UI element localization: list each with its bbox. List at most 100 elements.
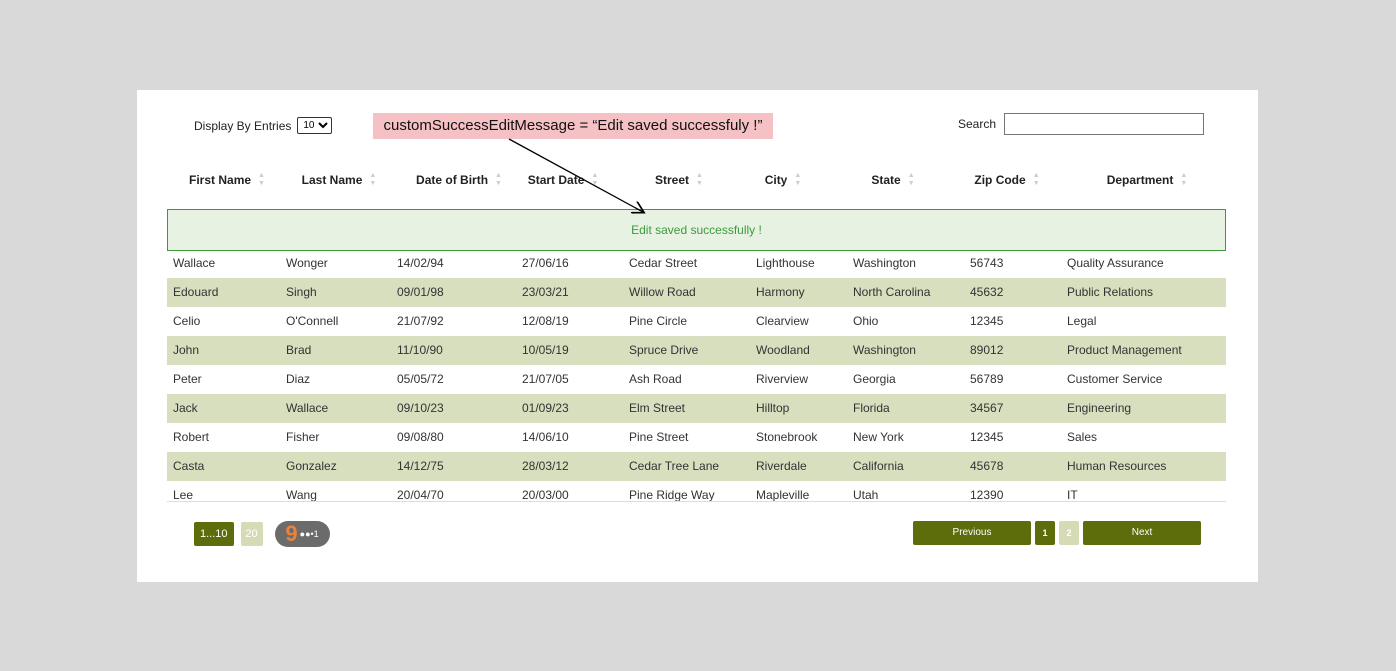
table-cell: Wang xyxy=(286,488,317,502)
table-cell: California xyxy=(853,459,904,473)
column-header-label: Zip Code xyxy=(974,173,1026,187)
page-size-controls: 1...10 20 9 ●●•1 xyxy=(194,521,330,547)
entries-label: Display By Entries xyxy=(194,118,292,133)
table-cell: Jack xyxy=(173,401,198,415)
column-header-city[interactable]: City ▲ ▼ xyxy=(723,168,843,192)
table-cell: Utah xyxy=(853,488,879,502)
entries-select[interactable]: 10 xyxy=(297,117,333,134)
table-cell: 27/06/16 xyxy=(522,256,569,270)
range-button[interactable]: 1...10 xyxy=(194,522,234,546)
table-row[interactable]: Peter Diaz 05/05/72 21/07/05 Ash Road Rivervi… xyxy=(167,365,1226,394)
table-cell: 20/03/00 xyxy=(522,488,569,502)
table-row[interactable]: John Brad 11/10/90 10/05/19 Spruce Drive Wood… xyxy=(167,336,1226,365)
table-cell: Singh xyxy=(286,285,317,299)
column-header-date-of-birth[interactable]: Date of Birth ▲ ▼ xyxy=(399,168,519,192)
table-cell: 45678 xyxy=(970,459,1004,473)
table-cell: Stonebrook xyxy=(756,430,818,444)
table-cell: Elm Street xyxy=(629,401,686,415)
sort-arrows-icon[interactable]: ▲ ▼ xyxy=(369,172,376,188)
column-header-first-name[interactable]: First Name ▲ ▼ xyxy=(167,168,287,192)
column-header-label: Date of Birth xyxy=(416,173,489,187)
table-cell: 09/01/98 xyxy=(397,285,444,299)
table-cell: Gonzalez xyxy=(286,459,337,473)
table-cell: 01/09/23 xyxy=(522,401,569,415)
table-cell: Lighthouse xyxy=(756,256,815,270)
badge-digit: 9 xyxy=(285,521,298,546)
table-cell: Edouard xyxy=(173,285,219,299)
previous-button[interactable]: Previous xyxy=(913,521,1031,545)
table-cell: Legal xyxy=(1067,314,1097,328)
column-header-label: Department xyxy=(1106,173,1174,187)
table-cell: Wonger xyxy=(286,256,328,270)
entries-control: Display By Entries 10 xyxy=(194,117,333,134)
table-cell: 23/03/21 xyxy=(522,285,569,299)
table-cell: Wallace xyxy=(173,256,216,270)
table-cell: 14/02/94 xyxy=(397,256,444,270)
table-cell: O'Connell xyxy=(286,314,339,328)
table-row[interactable]: Wallace Wonger 14/02/94 27/06/16 Cedar Stree… xyxy=(167,249,1226,278)
table-cell: 12345 xyxy=(970,430,1004,444)
column-header-street[interactable]: Street ▲ ▼ xyxy=(619,168,739,192)
count-button[interactable]: 20 xyxy=(240,522,263,546)
column-header-label: Last Name xyxy=(301,173,363,187)
sort-arrows-icon[interactable]: ▲ ▼ xyxy=(696,172,703,188)
sort-arrows-icon[interactable]: ▲ ▼ xyxy=(258,172,265,188)
column-header-department[interactable]: Department ▲ ▼ xyxy=(1087,168,1207,192)
annotation-label: customSuccessEditMessage = “Edit saved s… xyxy=(373,113,773,139)
table-cell: 20/04/70 xyxy=(397,488,444,502)
page-button-1[interactable]: 1 xyxy=(1035,521,1055,545)
table-row[interactable]: Lee Wang 20/04/70 20/03/00 Pine Ridge Way Map… xyxy=(167,481,1226,502)
table-row[interactable]: Casta Gonzalez 14/12/75 28/03/12 Cedar Tree … xyxy=(167,452,1226,481)
table-row[interactable]: Robert Fisher 09/08/80 14/06/10 Pine Street S… xyxy=(167,423,1226,452)
table-cell: Robert xyxy=(173,430,210,444)
success-message: Edit saved successfully ! xyxy=(167,209,1226,251)
table-cell: 05/05/72 xyxy=(397,372,444,386)
table-cell: Washington xyxy=(853,256,916,270)
table-cell: Wallace xyxy=(286,401,329,415)
column-header-zip-code[interactable]: Zip Code ▲ ▼ xyxy=(947,168,1067,192)
table-cell: Clearview xyxy=(756,314,809,328)
table-cell: 28/03/12 xyxy=(522,459,569,473)
table-cell: Customer Service xyxy=(1067,372,1163,386)
table-cell: Casta xyxy=(173,459,205,473)
sort-arrows-icon[interactable]: ▲ ▼ xyxy=(1033,172,1040,188)
sort-arrows-icon[interactable]: ▲ ▼ xyxy=(591,172,598,188)
table-cell: Fisher xyxy=(286,430,320,444)
table-header: First Name ▲ ▼ Last Name ▲ ▼ Date of Birth ▲ ▼ St… xyxy=(167,168,1226,192)
table-cell: Product Management xyxy=(1067,343,1182,357)
column-header-last-name[interactable]: Last Name ▲ ▼ xyxy=(279,168,399,192)
column-header-start-date[interactable]: Start Date ▲ ▼ xyxy=(503,168,623,192)
table-cell: Peter xyxy=(173,372,202,386)
sort-arrows-icon[interactable]: ▲ ▼ xyxy=(1180,172,1187,188)
table-cell: Pine Street xyxy=(629,430,689,444)
table-row[interactable]: Jack Wallace 09/10/23 01/09/23 Elm Street Hil… xyxy=(167,394,1226,423)
table-cell: 12390 xyxy=(970,488,1004,502)
sort-arrows-icon[interactable]: ▲ ▼ xyxy=(908,172,915,188)
table-row[interactable]: Celio O'Connell 21/07/92 12/08/19 Pine Circl… xyxy=(167,307,1226,336)
table-row[interactable]: Edouard Singh 09/01/98 23/03/21 Willow Road H… xyxy=(167,278,1226,307)
table-cell: 14/12/75 xyxy=(397,459,444,473)
table-cell: Hilltop xyxy=(756,401,790,415)
page-button-2[interactable]: 2 xyxy=(1059,521,1079,545)
table-cell: Engineering xyxy=(1067,401,1132,415)
table-cell: 09/10/23 xyxy=(397,401,444,415)
table-card: Display By Entries 10 customSuccessEditM… xyxy=(137,90,1258,582)
column-header-state[interactable]: State ▲ ▼ xyxy=(833,168,953,192)
table-cell: Ash Road xyxy=(629,372,682,386)
table-cell: Willow Road xyxy=(629,285,696,299)
table-cell: 34567 xyxy=(970,401,1004,415)
sort-arrows-icon[interactable]: ▲ ▼ xyxy=(495,172,502,188)
table-cell: Pine Circle xyxy=(629,314,688,328)
table-cell: IT xyxy=(1067,488,1078,502)
next-button[interactable]: Next xyxy=(1083,521,1201,545)
table-cell: North Carolina xyxy=(853,285,931,299)
sort-arrows-icon[interactable]: ▲ ▼ xyxy=(794,172,801,188)
search-input[interactable] xyxy=(1004,113,1205,135)
search-label: Search xyxy=(958,117,997,131)
table-cell: 11/10/90 xyxy=(397,343,443,357)
table-cell: John xyxy=(173,343,200,357)
gear-badge-icon[interactable]: 9 ●●•1 xyxy=(274,521,330,547)
table-cell: Harmony xyxy=(756,285,805,299)
table-cell: 10/05/19 xyxy=(522,343,569,357)
table-cell: Georgia xyxy=(853,372,896,386)
